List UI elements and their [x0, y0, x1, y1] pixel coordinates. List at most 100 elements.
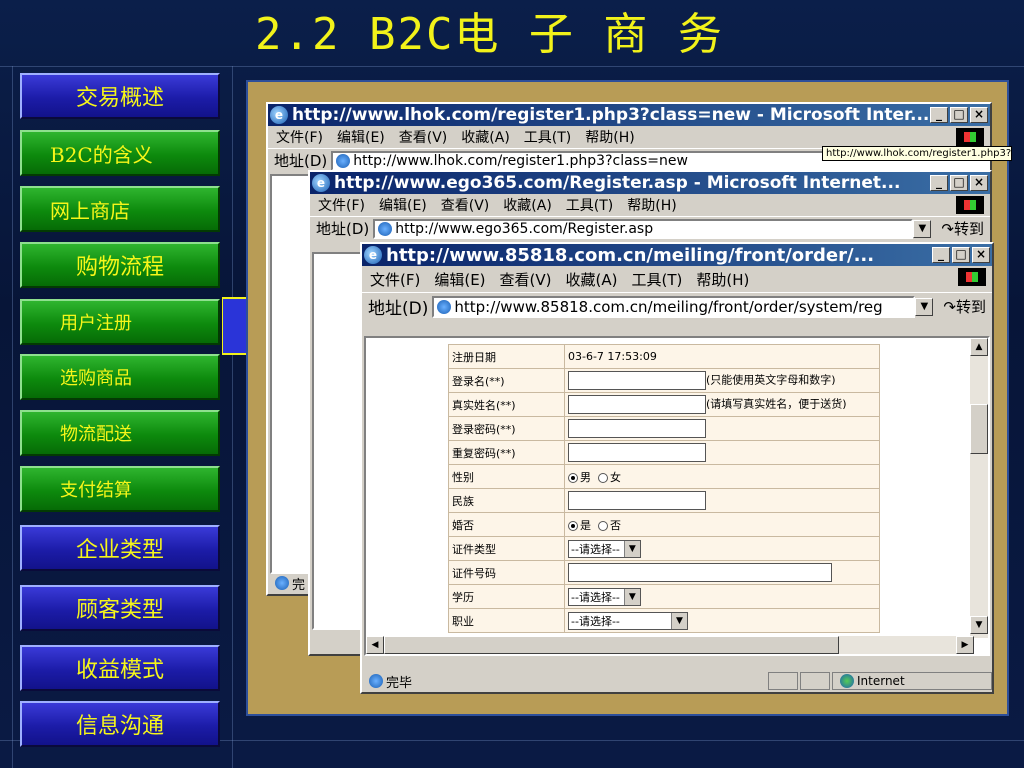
- nav-item-enterprise-type[interactable]: 企业类型: [20, 525, 220, 571]
- nav-item-logistics[interactable]: 物流配送: [20, 410, 220, 456]
- menu-favorites[interactable]: 收藏(A): [503, 195, 552, 215]
- job-select[interactable]: --请选择-- ▼: [568, 611, 688, 630]
- status-bar: 完毕 Internet: [362, 670, 992, 692]
- address-input[interactable]: http://www.ego365.com/Register.asp: [373, 218, 914, 239]
- nav-item-payment[interactable]: 支付结算: [20, 466, 220, 512]
- menu-file[interactable]: 文件(F): [370, 269, 420, 290]
- grid-line: [0, 66, 1024, 67]
- married-yes-radio[interactable]: [568, 520, 578, 531]
- nav-item-shopping-flow[interactable]: 购物流程: [20, 242, 220, 288]
- login-name-input[interactable]: [568, 371, 706, 390]
- slide-title: 2.2 B2C电 子 商 务: [255, 9, 724, 60]
- education-select[interactable]: --请选择-- ▼: [568, 587, 641, 606]
- scroll-thumb[interactable]: [970, 404, 988, 454]
- status-panel: [800, 672, 830, 690]
- gender-female-radio[interactable]: [598, 472, 608, 483]
- menu-edit[interactable]: 编辑(E): [379, 195, 427, 215]
- maximize-button[interactable]: □: [952, 247, 970, 263]
- nav-item-b2c-meaning[interactable]: B2C的含义: [20, 130, 220, 176]
- window-title: http://www.85818.com.cn/meiling/front/or…: [386, 244, 875, 266]
- close-button[interactable]: ×: [970, 107, 988, 123]
- id-type-select[interactable]: --请选择-- ▼: [568, 539, 641, 558]
- ethnic-input[interactable]: [568, 491, 706, 510]
- go-button[interactable]: ↷转到: [943, 296, 986, 317]
- menu-file[interactable]: 文件(F): [276, 127, 323, 147]
- menu-help[interactable]: 帮助(H): [585, 127, 634, 147]
- close-button[interactable]: ×: [972, 247, 990, 263]
- address-url: http://www.lhok.com/register1.php3?class…: [353, 152, 688, 169]
- ie-icon: e: [312, 174, 330, 192]
- scroll-up-button[interactable]: ▲: [970, 338, 988, 356]
- nav-item-communication[interactable]: 信息沟通: [20, 701, 220, 747]
- menu-tools[interactable]: 工具(T): [631, 269, 682, 290]
- maximize-button[interactable]: □: [950, 175, 968, 191]
- page-content: 注册日期 03-6-7 17:53:09 登录名(**) (只能使用英文字母和数…: [364, 336, 990, 656]
- menu-favorites[interactable]: 收藏(A): [461, 127, 510, 147]
- ie-icon: e: [270, 106, 288, 124]
- nav-item-overview[interactable]: 交易概述: [20, 73, 220, 119]
- table-row: 民族: [448, 488, 880, 513]
- nav-item-select-goods[interactable]: 选购商品: [20, 354, 220, 400]
- address-input[interactable]: http://www.85818.com.cn/meiling/front/or…: [432, 295, 916, 318]
- password-input[interactable]: [568, 419, 706, 438]
- menu-help[interactable]: 帮助(H): [696, 269, 749, 290]
- table-row: 登录密码(**): [448, 416, 880, 441]
- table-row: 性别 男 女: [448, 464, 880, 489]
- nav-item-customer-type[interactable]: 顾客类型: [20, 585, 220, 631]
- form-label: 真实姓名(**): [448, 392, 565, 417]
- address-dropdown-button[interactable]: ▼: [915, 297, 934, 316]
- page-icon: [275, 576, 289, 590]
- real-name-input[interactable]: [568, 395, 706, 414]
- scroll-left-button[interactable]: ◀: [366, 636, 384, 654]
- vertical-scrollbar[interactable]: ▲ ▼: [970, 338, 988, 638]
- horizontal-scrollbar[interactable]: ◀ ▶: [366, 636, 974, 654]
- address-url: http://www.ego365.com/Register.asp: [395, 220, 654, 237]
- menu-favorites[interactable]: 收藏(A): [566, 269, 618, 290]
- maximize-button[interactable]: □: [950, 107, 968, 123]
- scroll-right-button[interactable]: ▶: [956, 636, 974, 654]
- table-row: 职业 --请选择-- ▼: [448, 608, 880, 633]
- menu-view[interactable]: 查看(V): [399, 127, 448, 147]
- menu-view[interactable]: 查看(V): [500, 269, 552, 290]
- window-title: http://www.lhok.com/register1.php3?class…: [292, 105, 930, 125]
- close-button[interactable]: ×: [970, 175, 988, 191]
- minimize-button[interactable]: _: [930, 107, 948, 123]
- menu-help[interactable]: 帮助(H): [627, 195, 676, 215]
- nav-item-revenue-model[interactable]: 收益模式: [20, 645, 220, 691]
- window-titlebar: e http://www.85818.com.cn/meiling/front/…: [362, 244, 992, 266]
- menu-edit[interactable]: 编辑(E): [337, 127, 385, 147]
- form-label: 注册日期: [448, 344, 565, 369]
- table-row: 注册日期 03-6-7 17:53:09: [448, 344, 880, 369]
- menu-edit[interactable]: 编辑(E): [434, 269, 485, 290]
- menu-tools[interactable]: 工具(T): [566, 195, 613, 215]
- gender-male-radio[interactable]: [568, 472, 578, 483]
- menu-view[interactable]: 查看(V): [441, 195, 490, 215]
- menu-tools[interactable]: 工具(T): [524, 127, 571, 147]
- form-label: 登录名(**): [448, 368, 565, 393]
- grid-line: [12, 66, 13, 768]
- browser-window-front: e http://www.85818.com.cn/meiling/front/…: [360, 242, 994, 694]
- repeat-password-input[interactable]: [568, 443, 706, 462]
- minimize-button[interactable]: _: [932, 247, 950, 263]
- window-title: http://www.ego365.com/Register.asp - Mic…: [334, 173, 901, 193]
- id-number-input[interactable]: [568, 563, 832, 582]
- go-button[interactable]: ↷转到: [941, 218, 984, 239]
- minimize-button[interactable]: _: [930, 175, 948, 191]
- status-text: 完毕: [386, 675, 413, 691]
- married-no-radio[interactable]: [598, 520, 608, 531]
- page-icon: [378, 221, 393, 236]
- status-text: 完: [292, 577, 306, 593]
- chevron-down-icon: ▼: [623, 540, 640, 557]
- form-label: 登录密码(**): [448, 416, 565, 441]
- scroll-down-button[interactable]: ▼: [970, 616, 988, 634]
- page-content: [270, 174, 310, 574]
- nav-item-user-register[interactable]: 用户注册: [20, 299, 220, 345]
- nav-item-online-store[interactable]: 网上商店: [20, 186, 220, 232]
- job-value: --请选择--: [571, 614, 620, 628]
- table-row: 重复密码(**): [448, 440, 880, 465]
- menu-bar: 文件(F) 编辑(E) 查看(V) 收藏(A) 工具(T) 帮助(H): [268, 126, 990, 148]
- scroll-thumb[interactable]: [384, 636, 839, 654]
- address-dropdown-button[interactable]: ▼: [913, 219, 932, 238]
- menu-file[interactable]: 文件(F): [318, 195, 365, 215]
- globe-icon: [840, 674, 854, 688]
